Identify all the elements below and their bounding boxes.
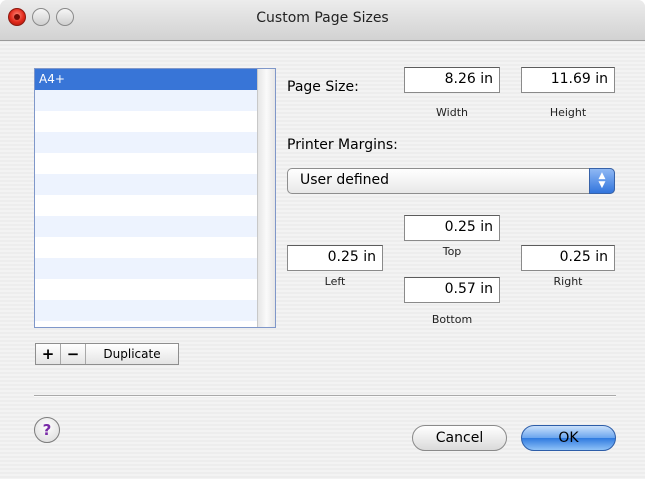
custom-page-sizes-dialog: Custom Page Sizes A4+ + − Duplicate Page… (0, 0, 645, 479)
list-vertical-scrollbar[interactable] (257, 69, 275, 327)
help-button[interactable]: ? (34, 417, 60, 443)
separator (34, 395, 616, 397)
add-paper-size-button[interactable]: + (36, 344, 61, 364)
left-margin-field[interactable]: 0.25 in (287, 245, 383, 271)
list-item[interactable] (35, 174, 257, 195)
title-bar[interactable]: Custom Page Sizes (0, 0, 645, 41)
list-item[interactable] (35, 153, 257, 174)
remove-paper-size-button[interactable]: − (61, 344, 86, 364)
ok-button[interactable]: OK (521, 425, 616, 451)
list-item[interactable] (35, 300, 257, 321)
page-height-field[interactable]: 11.69 in (521, 67, 615, 93)
list-item[interactable]: A4+ (35, 69, 257, 90)
width-caption: Width (436, 106, 468, 119)
list-item[interactable] (35, 90, 257, 111)
printer-margins-popup-value: User defined (300, 172, 390, 188)
list-item[interactable] (35, 195, 257, 216)
left-caption: Left (324, 275, 346, 288)
list-item[interactable] (35, 132, 257, 153)
bottom-caption: Bottom (431, 313, 473, 326)
top-caption: Top (442, 245, 462, 258)
printer-margins-label: Printer Margins: (287, 137, 398, 153)
duplicate-button[interactable]: Duplicate (86, 344, 178, 364)
paper-size-list[interactable]: A4+ (34, 68, 276, 328)
height-caption: Height (549, 106, 587, 119)
right-margin-field[interactable]: 0.25 in (521, 245, 615, 271)
list-item[interactable] (35, 258, 257, 279)
popup-up-down-arrows-icon: ▲ ▼ (589, 168, 615, 194)
list-item[interactable] (35, 216, 257, 237)
list-item[interactable] (35, 237, 257, 258)
cancel-button[interactable]: Cancel (412, 425, 507, 451)
list-edit-controls: + − Duplicate (35, 343, 179, 365)
top-margin-field[interactable]: 0.25 in (404, 215, 500, 241)
bottom-margin-field[interactable]: 0.57 in (404, 277, 500, 303)
paper-size-rows: A4+ (35, 69, 257, 327)
page-width-field[interactable]: 8.26 in (404, 67, 500, 93)
list-item[interactable] (35, 279, 257, 300)
printer-margins-popup[interactable]: User defined ▲ ▼ (287, 168, 615, 194)
list-item[interactable] (35, 111, 257, 132)
window-title: Custom Page Sizes (256, 10, 389, 26)
right-caption: Right (553, 275, 583, 288)
page-size-label: Page Size: (287, 79, 359, 95)
